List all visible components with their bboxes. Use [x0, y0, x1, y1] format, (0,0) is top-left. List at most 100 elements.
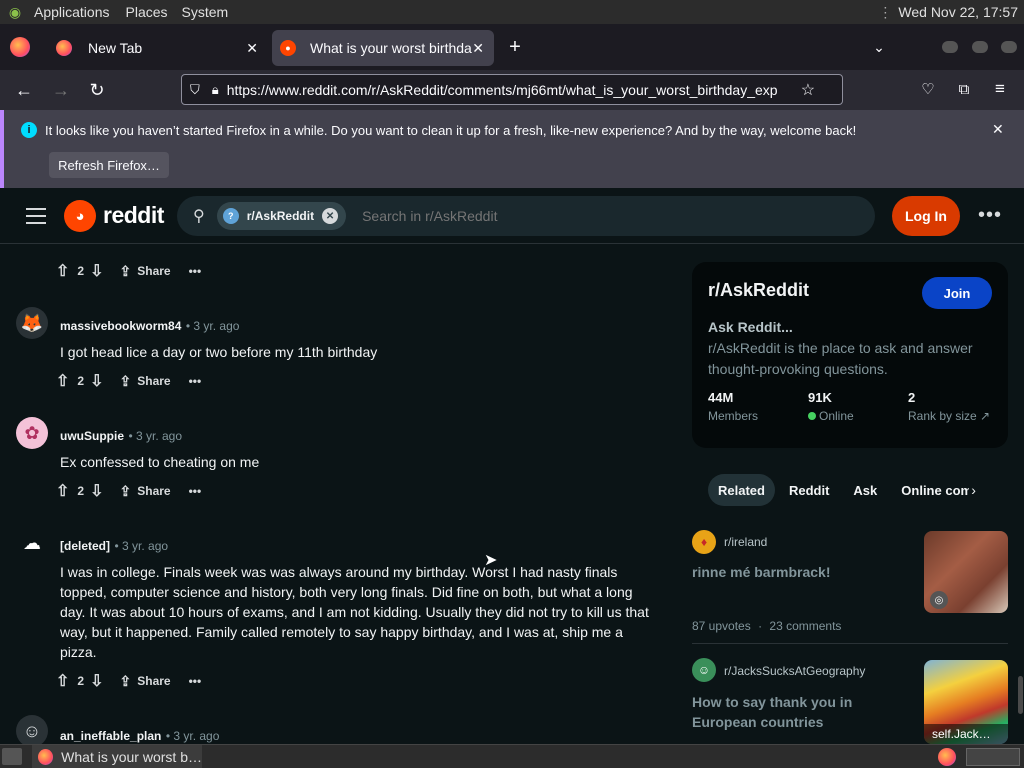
- upvote-icon[interactable]: ⇧: [56, 261, 69, 281]
- close-icon[interactable]: ✕: [246, 40, 258, 57]
- comment-header: [deleted] • 3 yr. ago: [60, 537, 168, 555]
- chevron-right-icon[interactable]: ›: [971, 482, 976, 498]
- related-post[interactable]: ☺ r/JacksSucksAtGeography How to say tha…: [692, 658, 1008, 744]
- search-input[interactable]: [362, 208, 843, 224]
- extensions-puzzle-icon[interactable]: ⧉: [953, 78, 975, 100]
- upvote-icon[interactable]: ⇧: [56, 481, 69, 501]
- share-button[interactable]: Share: [137, 264, 170, 278]
- menu-applications[interactable]: Applications: [34, 4, 110, 20]
- remove-chip-close-icon[interactable]: ✕: [322, 208, 339, 224]
- lock-icon[interactable]: 🔒︎: [212, 82, 219, 98]
- url-bar[interactable]: ⛉ 🔒︎ https://www.reddit.com/r/AskReddit/…: [181, 74, 843, 105]
- more-options-icon[interactable]: •••: [189, 674, 202, 688]
- forward-arrow-icon[interactable]: →: [49, 78, 73, 102]
- workspace-firefox-icon[interactable]: [938, 748, 956, 766]
- avatar[interactable]: ☺: [16, 715, 48, 744]
- stat-label[interactable]: Rank by size: [908, 409, 977, 423]
- share-button[interactable]: Share: [137, 484, 170, 498]
- clock[interactable]: Wed Nov 22, 17:57: [898, 4, 1018, 20]
- reddit-snoo-logo-icon[interactable]: ◕: [64, 200, 96, 232]
- menu-system[interactable]: System: [182, 4, 229, 20]
- comment-actions: ⇧ 2 ⇩ ⇪ Share •••: [56, 371, 201, 391]
- post-thumbnail[interactable]: ◎: [924, 531, 1008, 613]
- close-icon[interactable]: ✕: [472, 40, 484, 57]
- new-tab-plus-icon[interactable]: +: [504, 36, 526, 58]
- post-title[interactable]: How to say thank you in European countri…: [692, 692, 892, 732]
- system-logo-icon[interactable]: ◉: [4, 1, 26, 23]
- subreddit-name[interactable]: r/AskReddit: [708, 280, 809, 301]
- external-link-icon[interactable]: ↗: [980, 409, 990, 423]
- join-button[interactable]: Join: [922, 277, 992, 309]
- maximize-window-icon[interactable]: [972, 41, 988, 53]
- share-button[interactable]: Share: [137, 374, 170, 388]
- list-all-tabs-chevron-down-icon[interactable]: ⌄: [868, 36, 890, 58]
- downvote-icon[interactable]: ⇩: [90, 261, 103, 281]
- timestamp[interactable]: • 3 yr. ago: [186, 319, 240, 333]
- post-title[interactable]: rinne mé barmbrack!: [692, 564, 912, 580]
- share-icon[interactable]: ⇪: [120, 373, 132, 390]
- username[interactable]: uwuSuppie: [60, 429, 124, 443]
- login-button[interactable]: Log In: [892, 196, 960, 236]
- upvote-icon[interactable]: ⇧: [56, 371, 69, 391]
- more-options-icon[interactable]: •••: [189, 484, 202, 498]
- url-text[interactable]: https://www.reddit.com/r/AskReddit/comme…: [227, 82, 793, 98]
- subreddit-name[interactable]: r/ireland: [724, 535, 767, 549]
- refresh-firefox-button[interactable]: Refresh Firefox…: [49, 152, 169, 178]
- menu-hamburger-icon[interactable]: ≡: [989, 78, 1011, 100]
- bookmark-star-icon[interactable]: ☆: [801, 80, 815, 100]
- tab-online-com[interactable]: Online com: [891, 474, 969, 506]
- timestamp[interactable]: • 3 yr. ago: [128, 429, 182, 443]
- avatar[interactable]: 🦊: [16, 307, 48, 339]
- tab-label: New Tab: [88, 40, 143, 56]
- tab-reddit[interactable]: Reddit: [779, 474, 839, 506]
- upvote-icon[interactable]: ⇧: [56, 671, 69, 691]
- tab-new-tab[interactable]: New Tab ✕: [44, 30, 266, 66]
- more-options-icon[interactable]: •••: [189, 264, 202, 278]
- close-icon[interactable]: ✕: [992, 121, 1004, 138]
- menu-places[interactable]: Places: [126, 4, 168, 20]
- username[interactable]: massivebookworm84: [60, 319, 181, 333]
- post-thumbnail[interactable]: self.Jack…: [924, 660, 1008, 744]
- downvote-icon[interactable]: ⇩: [90, 671, 103, 691]
- downvote-icon[interactable]: ⇩: [90, 481, 103, 501]
- reload-icon[interactable]: ↻: [85, 78, 109, 102]
- workspace-switcher[interactable]: [966, 748, 1020, 766]
- tab-ask[interactable]: Ask: [843, 474, 887, 506]
- subreddit-avatar-icon: ♦: [692, 530, 716, 554]
- subreddit-chip[interactable]: ? r/AskReddit ✕: [216, 202, 347, 230]
- taskbar-window-title: What is your worst b…: [61, 748, 202, 765]
- avatar[interactable]: ✿: [16, 417, 48, 449]
- comment-actions: ⇧ 2 ⇩ ⇪ Share •••: [56, 481, 201, 501]
- share-icon[interactable]: ⇪: [120, 483, 132, 500]
- timestamp[interactable]: • 3 yr. ago: [166, 729, 220, 743]
- comment-header: an_ineffable_plan • 3 yr. ago: [60, 727, 219, 744]
- username[interactable]: an_ineffable_plan: [60, 729, 161, 743]
- tab-related[interactable]: Related: [708, 474, 775, 506]
- subreddit-name[interactable]: r/JacksSucksAtGeography: [724, 664, 865, 678]
- show-desktop-icon[interactable]: [2, 748, 22, 765]
- back-arrow-icon[interactable]: ←: [12, 78, 36, 102]
- search-bar[interactable]: ⚲ ? r/AskReddit ✕: [177, 196, 875, 236]
- hamburger-menu-icon[interactable]: [26, 208, 46, 224]
- firefox-view-icon[interactable]: [10, 37, 30, 57]
- minimize-window-icon[interactable]: [942, 41, 958, 53]
- share-icon[interactable]: ⇪: [120, 263, 132, 280]
- reddit-header: ◕ reddit ⚲ ? r/AskReddit ✕ Log In •••: [0, 188, 1024, 244]
- reddit-wordmark[interactable]: reddit: [103, 202, 164, 229]
- close-window-icon[interactable]: [1001, 41, 1017, 53]
- share-button[interactable]: Share: [137, 674, 170, 688]
- page-scrollbar[interactable]: [1018, 676, 1023, 714]
- share-icon[interactable]: ⇪: [120, 673, 132, 690]
- shield-icon[interactable]: ⛉: [190, 82, 200, 98]
- tab-worst-birthday[interactable]: ● What is your worst birthday ✕: [272, 30, 494, 66]
- related-post[interactable]: ♦ r/ireland rinne mé barmbrack! ◎ 87 upv…: [692, 528, 1008, 644]
- more-options-icon[interactable]: •••: [978, 204, 1002, 227]
- reddit-favicon-icon: ●: [280, 40, 296, 56]
- refresh-firefox-notification: i It looks like you haven’t started Fire…: [0, 110, 1024, 188]
- more-options-icon[interactable]: •••: [189, 374, 202, 388]
- timestamp[interactable]: • 3 yr. ago: [114, 539, 168, 553]
- pocket-icon[interactable]: ♡: [917, 78, 939, 100]
- downvote-icon[interactable]: ⇩: [90, 371, 103, 391]
- post-stats: 87 upvotes · 23 comments: [692, 619, 841, 633]
- taskbar-window-button[interactable]: What is your worst b…: [32, 745, 202, 768]
